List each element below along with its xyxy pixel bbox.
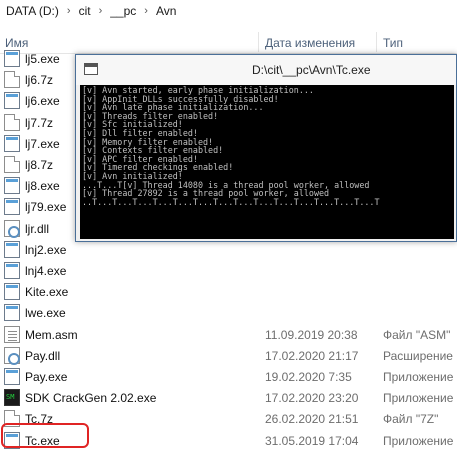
exe-icon — [4, 283, 20, 301]
file-name[interactable]: lj7.7z — [25, 116, 53, 130]
file-name[interactable]: ljr.dll — [25, 222, 49, 236]
file-date: 26.02.2020 21:51 — [265, 412, 359, 427]
file-name[interactable]: lj6.exe — [25, 94, 60, 108]
file-name[interactable]: lnj4.exe — [25, 264, 66, 278]
dll-icon — [4, 346, 20, 365]
file-name[interactable]: lnj2.exe — [25, 243, 66, 257]
file-date: 17.02.2020 23:20 — [265, 391, 359, 406]
file-name[interactable]: Mem.asm — [25, 328, 78, 342]
file-type: Расширение — [383, 348, 453, 363]
file-type: Файл "ASM" — [383, 327, 451, 342]
file-name[interactable]: Pay.dll — [25, 349, 60, 363]
archive-icon — [4, 71, 20, 89]
highlight-annotation — [1, 423, 89, 448]
chevron-right-icon: › — [66, 5, 71, 17]
file-date: 19.02.2020 7:35 — [265, 370, 352, 384]
file-row[interactable]: lwe.exe — [0, 302, 457, 323]
console-output[interactable]: [v] Avn started, early phase initializat… — [80, 85, 454, 239]
file-name[interactable]: SDK CrackGen 2.02.exe — [25, 391, 156, 405]
file-name[interactable]: lj8.7z — [25, 158, 53, 172]
breadcrumb-folder-cit[interactable]: cit — [77, 4, 93, 18]
exe-icon — [4, 304, 20, 322]
file-type: Приложение — [383, 433, 454, 448]
dll-icon — [4, 219, 20, 238]
file-name[interactable]: lj8.exe — [25, 179, 60, 193]
asm-file-icon — [4, 325, 20, 343]
chevron-right-icon: › — [98, 5, 103, 17]
archive-icon — [4, 156, 20, 173]
file-type: Приложение — [383, 391, 454, 406]
breadcrumb-drive[interactable]: DATA (D:) — [4, 4, 61, 18]
file-row[interactable]: SDK CrackGen 2.02.exe 17.02.2020 23:20 При… — [0, 387, 457, 408]
file-name[interactable]: lj5.exe — [25, 52, 60, 66]
file-date: 31.05.2019 17:04 — [265, 433, 359, 448]
file-name[interactable]: lj7.exe — [25, 137, 60, 151]
breadcrumb-folder-pc[interactable]: __pc — [108, 4, 138, 18]
file-name[interactable]: lj6.7z — [25, 73, 53, 87]
exe-icon — [4, 50, 20, 67]
exe-icon — [4, 262, 20, 279]
file-name[interactable]: Kite.exe — [25, 285, 68, 299]
exe-icon — [4, 134, 20, 152]
console-app-icon[interactable] — [84, 63, 98, 75]
console-line: ..T...T...T...T...T...T...T...T...T...T.… — [82, 196, 380, 207]
exe-icon — [4, 92, 20, 110]
exe-icon — [4, 240, 20, 258]
file-type: Приложение — [383, 370, 454, 384]
exe-icon — [4, 368, 20, 385]
console-title: D:\cit\__pc\Avn\Tc.exe — [252, 63, 371, 77]
exe-icon — [4, 177, 20, 195]
file-row[interactable]: Mem.asm 11.09.2019 20:38 Файл "ASM" — [0, 324, 457, 345]
console-title-bar[interactable]: D:\cit\__pc\Avn\Tc.exe — [76, 55, 456, 85]
file-row[interactable]: lnj4.exe — [0, 260, 457, 281]
file-row[interactable]: Pay.dll 17.02.2020 21:17 Расширение — [0, 345, 457, 366]
archive-icon — [4, 113, 20, 131]
file-name[interactable]: lj79.exe — [25, 200, 66, 214]
file-row[interactable]: Pay.exe 19.02.2020 7:35 Приложение — [0, 366, 457, 387]
file-type: Файл "7Z" — [383, 412, 439, 427]
file-row[interactable]: Kite.exe — [0, 281, 457, 302]
crackgen-app-icon — [4, 389, 20, 407]
exe-icon — [4, 198, 20, 216]
file-date: 17.02.2020 21:17 — [265, 348, 359, 363]
file-name[interactable]: Pay.exe — [25, 370, 67, 384]
console-window[interactable]: D:\cit\__pc\Avn\Tc.exe [v] Avn started, … — [75, 54, 457, 242]
file-date: 11.09.2019 20:38 — [265, 327, 358, 342]
address-breadcrumb[interactable]: DATA (D:) › cit › __pc › Avn — [0, 0, 457, 22]
chevron-right-icon: › — [144, 5, 148, 17]
file-name[interactable]: lwe.exe — [25, 306, 66, 320]
breadcrumb-folder-avn[interactable]: Avn — [154, 4, 178, 18]
